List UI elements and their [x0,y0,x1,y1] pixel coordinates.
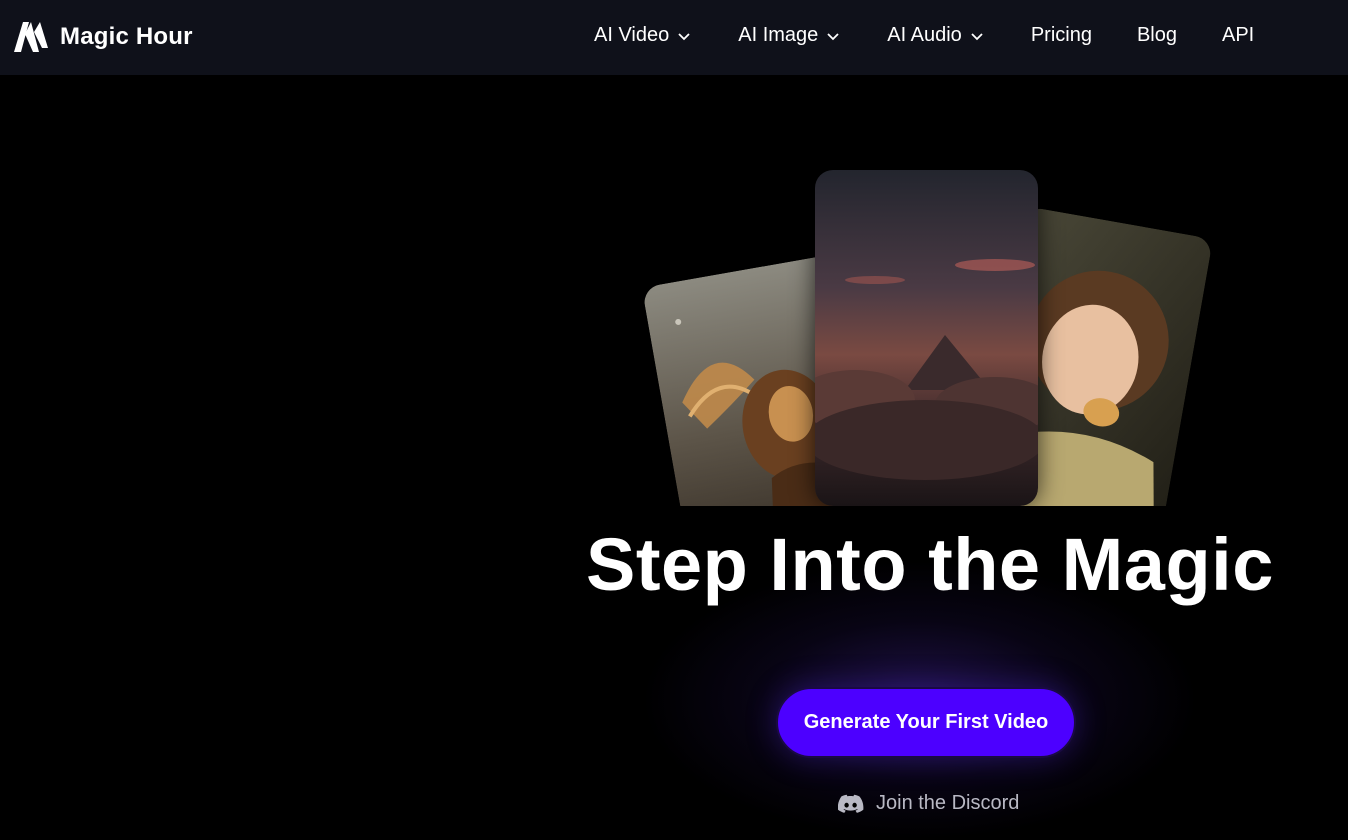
brand-name: Magic Hour [60,23,193,50]
nav-item-ai-audio[interactable]: AI Audio [887,24,984,47]
site-header: Magic Hour AI Video AI Image AI Audio Pr… [0,0,1348,75]
nav-item-label: Pricing [1030,24,1092,46]
generate-first-video-button[interactable]: Generate Your First Video [776,687,1076,758]
nav-item-label: Blog [1136,24,1177,46]
chevron-down-icon [970,31,984,41]
nav-item-label: AI Audio [887,24,962,46]
hero-headline: Step Into the Magic [586,523,1274,606]
discord-label: Join the Discord [876,792,1020,814]
brand-logo-link[interactable]: Magic Hour [12,20,193,54]
nav-item-label: API [1221,24,1255,46]
main-nav: AI Video AI Image AI Audio Pricing Blog … [594,24,1254,47]
nav-item-blog[interactable]: Blog [1137,24,1177,47]
nav-item-label: AI Video [594,24,670,46]
nav-item-ai-video[interactable]: AI Video [594,24,691,47]
nav-item-pricing[interactable]: Pricing [1031,24,1092,47]
magic-hour-logo-icon [12,20,50,54]
mountain-clouds-image [815,170,1038,506]
chevron-down-icon [826,31,840,41]
join-discord-link[interactable]: Join the Discord [838,792,1019,815]
discord-icon [838,793,876,815]
nav-item-ai-image[interactable]: AI Image [738,24,840,47]
chevron-down-icon [677,31,691,41]
nav-item-label: AI Image [738,24,819,46]
hero-card-stack [640,160,1220,506]
nav-item-api[interactable]: API [1222,24,1254,47]
